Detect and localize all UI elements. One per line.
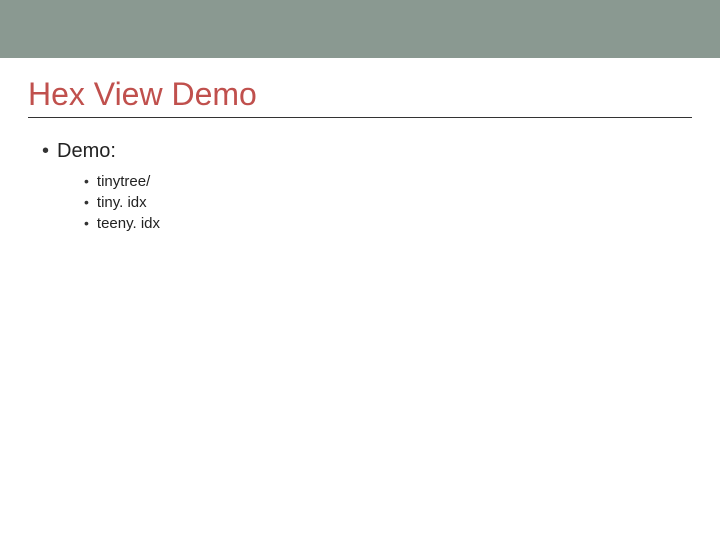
bullet-icon: • — [42, 141, 49, 161]
list-level1: • Demo: • tinytree/ • tiny. idx • teeny.… — [42, 140, 692, 232]
bullet-icon: • — [84, 216, 89, 230]
list-item: • tinytree/ — [84, 173, 692, 190]
list-item: • Demo: — [42, 140, 692, 163]
list-item: • tiny. idx — [84, 194, 692, 211]
list-item-label: Demo: — [57, 140, 116, 163]
list-item-label: tinytree/ — [97, 173, 150, 190]
list-item-label: tiny. idx — [97, 194, 147, 211]
bullet-icon: • — [84, 195, 89, 209]
list-level2: • tinytree/ • tiny. idx • teeny. idx — [84, 173, 692, 232]
header-bar — [0, 0, 720, 58]
list-item-label: teeny. idx — [97, 215, 160, 232]
slide-content: Hex View Demo • Demo: • tinytree/ • tiny… — [0, 58, 720, 264]
list-item: • teeny. idx — [84, 215, 692, 232]
bullet-icon: • — [84, 174, 89, 188]
slide-title: Hex View Demo — [28, 76, 692, 118]
